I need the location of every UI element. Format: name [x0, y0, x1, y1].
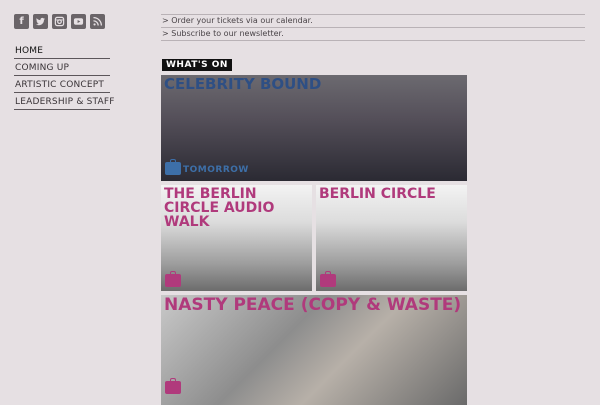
nav-item-artistic-concept[interactable]: ARTISTIC CONCEPT: [14, 78, 110, 93]
event-tile-nasty-peace[interactable]: NASTY PEACE (COPY & WASTE): [161, 295, 467, 405]
twitter-icon[interactable]: [33, 14, 48, 29]
camera-shape: [54, 16, 65, 27]
social-links: f: [14, 14, 105, 29]
instagram-icon[interactable]: [52, 14, 67, 29]
event-title: NASTY PEACE (COPY & WASTE): [164, 295, 462, 315]
nav-item-coming-up[interactable]: COMING UP: [14, 61, 110, 76]
rss-shape: [93, 17, 102, 26]
play-shape: [73, 18, 84, 25]
ticket-bag-icon[interactable]: [165, 271, 181, 287]
twitter-bird-shape: [35, 17, 46, 26]
event-tile-berlin-circle[interactable]: BERLIN CIRCLE: [316, 185, 467, 291]
section-label-whats-on: WHAT'S ON: [162, 59, 232, 71]
event-title: BERLIN CIRCLE: [319, 186, 436, 202]
event-title: THE BERLIN CIRCLE AUDIO WALK: [164, 186, 275, 230]
event-title: CELEBRITY BOUND: [164, 75, 322, 93]
facebook-icon[interactable]: f: [14, 14, 29, 29]
ticket-bag-icon[interactable]: [165, 378, 181, 394]
event-tile-celebrity-bound[interactable]: CELEBRITY BOUND TOMORROW: [161, 75, 467, 181]
ticket-bag-icon[interactable]: [165, 159, 181, 175]
main-nav: HOME COMING UP ARTISTIC CONCEPT LEADERSH…: [14, 44, 114, 112]
nav-item-home[interactable]: HOME: [14, 44, 110, 59]
order-tickets-link[interactable]: > Order your tickets via our calendar.: [161, 14, 585, 27]
youtube-icon[interactable]: [71, 14, 86, 29]
top-links: > Order your tickets via our calendar. >…: [161, 14, 585, 41]
nav-item-leadership-staff[interactable]: LEADERSHIP & STAFF: [14, 95, 114, 110]
ticket-bag-icon[interactable]: [320, 271, 336, 287]
event-date-label: TOMORROW: [183, 165, 249, 175]
rss-icon[interactable]: [90, 14, 105, 29]
event-tile-berlin-circle-audio-walk[interactable]: THE BERLIN CIRCLE AUDIO WALK: [161, 185, 312, 291]
subscribe-newsletter-link[interactable]: > Subscribe to our newsletter.: [161, 27, 585, 41]
